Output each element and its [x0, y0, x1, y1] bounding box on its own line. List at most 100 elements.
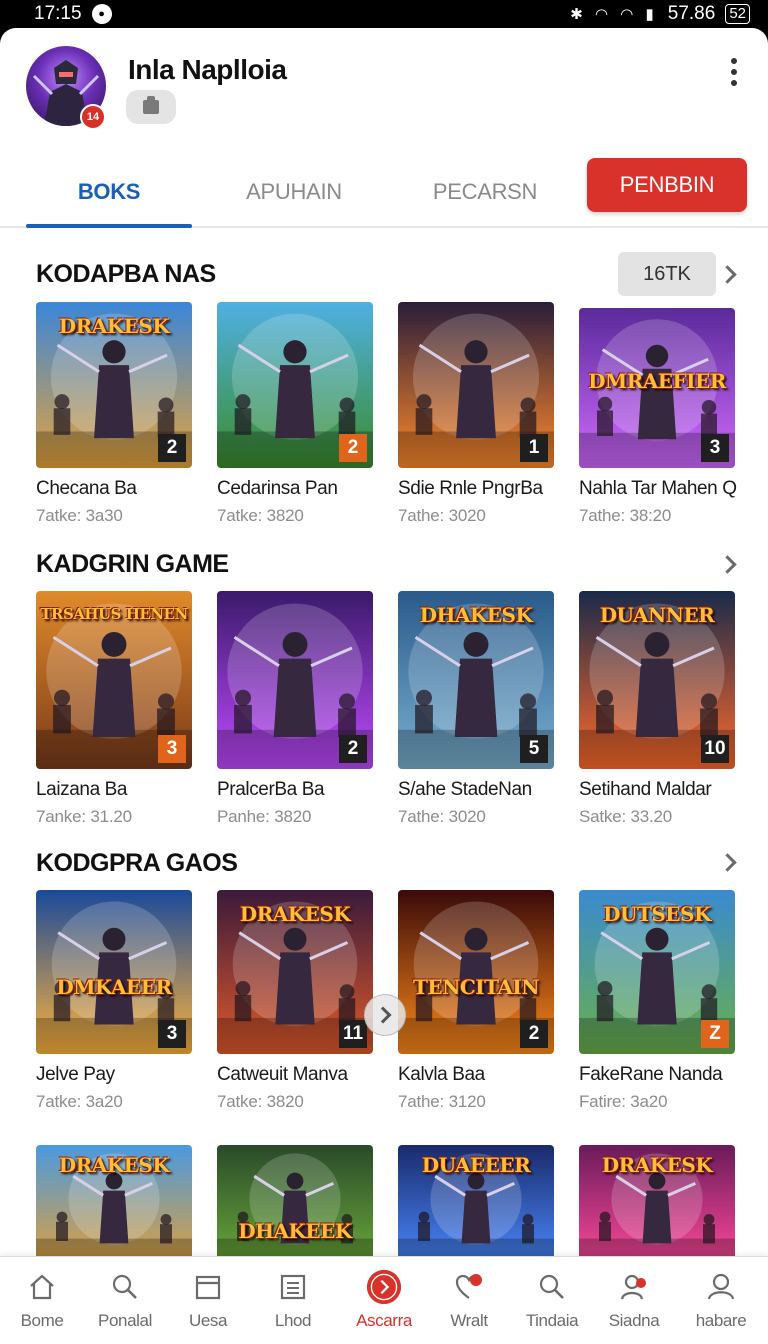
play-icon — [366, 1269, 402, 1305]
briefcase-icon — [143, 96, 159, 114]
game-logo-text: TRSAHUS HENEN — [40, 605, 188, 623]
calendar-icon — [190, 1269, 226, 1305]
game-meta: 7athe: 3120 — [398, 1092, 486, 1111]
game-meta: 7atke: 3820 — [217, 506, 304, 525]
game-logo-text: DMRAEFIER — [588, 369, 726, 393]
game-title: Jelve Pay — [36, 1064, 115, 1085]
game-thumbnail[interactable]: TRSAHUS HENEN 3 — [36, 591, 192, 769]
game-thumbnail[interactable]: DHAKESK 5 — [398, 591, 554, 769]
game-meta: 7atke: 3820 — [217, 1092, 304, 1111]
game-thumbnail[interactable]: DHAKEEK — [217, 1145, 373, 1265]
game-card[interactable]: 2 Cedarinsa Pan 7atke: 3820 — [217, 302, 373, 526]
rank-badge: 5 — [520, 735, 548, 763]
game-thumbnail[interactable]: 1 — [398, 302, 554, 468]
game-thumbnail[interactable]: DRAKESK 2 — [36, 302, 192, 468]
list-icon — [275, 1269, 311, 1305]
user-icon — [703, 1269, 739, 1305]
nav-item-ponalal[interactable]: Ponalal — [83, 1257, 167, 1344]
game-card[interactable]: DMKAEER 3 Jelve Pay 7atke: 3a20 — [36, 890, 192, 1112]
nav-item-habare[interactable]: habare — [679, 1257, 763, 1344]
game-logo-text: DUANNER — [599, 603, 715, 627]
nav-label: Ascarra — [356, 1311, 412, 1330]
game-logo-text: DRAKESK — [58, 1153, 170, 1177]
game-thumbnail[interactable]: DMKAEER 3 — [36, 890, 192, 1054]
game-card[interactable]: DHAKESK 5 S/ahe StadeNan 7athe: 3020 — [398, 591, 554, 827]
chevron-right-icon[interactable] — [718, 263, 740, 285]
tab-penbbin-button[interactable]: PENBBIN — [587, 158, 747, 212]
nav-item-wralt[interactable]: Wralt — [427, 1257, 511, 1344]
game-thumbnail[interactable]: 2 — [217, 302, 373, 468]
status-bar: 17:15 ● ✱ ◠ ◠ ▮ 57.86 52 — [0, 0, 768, 28]
nav-item-bome[interactable]: Bome — [0, 1257, 84, 1344]
chevron-right-icon[interactable] — [718, 553, 740, 575]
game-card[interactable]: DHAKEEK — [217, 1145, 373, 1265]
heart-icon — [451, 1269, 487, 1305]
carousel-next-button[interactable] — [364, 994, 406, 1036]
game-thumbnail[interactable]: TENCITAIN 2 — [398, 890, 554, 1054]
game-card[interactable]: DRAKESK — [579, 1145, 735, 1265]
nav-item-uesa[interactable]: Uesa — [166, 1257, 250, 1344]
rank-badge: 11 — [339, 1020, 367, 1048]
game-title: Setihand Maldar — [579, 779, 712, 800]
rank-badge: 2 — [339, 434, 367, 462]
nav-label: Siadna — [608, 1311, 660, 1330]
user-badge-icon — [616, 1269, 652, 1305]
rank-badge: 10 — [701, 735, 729, 763]
game-thumbnail[interactable]: DUTSESK Z — [579, 890, 735, 1054]
count-pill[interactable]: 16TK — [618, 252, 716, 296]
rank-badge: 3 — [158, 1020, 186, 1048]
game-logo-text: DUAEEER — [421, 1153, 531, 1177]
game-title: Cedarinsa Pan — [217, 478, 338, 499]
game-title: Kalvla Baa — [398, 1064, 485, 1085]
game-card[interactable]: DRAKESK 2 Checana Ba 7atke: 3a30 — [36, 302, 192, 526]
profile-chip-button[interactable] — [126, 90, 176, 124]
game-title: PralcerBa Ba — [217, 779, 325, 800]
game-thumbnail[interactable]: DRAKESK 11 — [217, 890, 373, 1054]
game-card[interactable]: TRSAHUS HENEN 3 Laizana Ba 7anke: 31.20 — [36, 591, 192, 827]
tab-apuhain[interactable]: APUHAIN — [212, 158, 376, 226]
game-card[interactable]: DRAKESK 11 Catweuit Manva 7atke: 3820 — [217, 890, 373, 1112]
game-card[interactable]: DMRAEFIER 3 Nahla Tar Mahen Q 7athe: 38:20 — [579, 308, 737, 526]
game-card[interactable]: TENCITAIN 2 Kalvla Baa 7athe: 3120 — [398, 890, 554, 1112]
nav-item-tindaia[interactable]: Tindaia — [510, 1257, 594, 1344]
game-meta: 7athe: 3020 — [398, 807, 486, 826]
home-icon — [24, 1269, 60, 1305]
app-screen: 14 Inla Naplloia BOKS APUHAIN PECARSN PE… — [0, 28, 768, 1344]
game-thumbnail[interactable]: 2 — [217, 591, 373, 769]
game-card[interactable]: DUTSESK Z FakeRane Nanda Fatire: 3a20 — [579, 890, 735, 1112]
game-card[interactable]: DUANNER 10 Setihand Maldar Satke: 33.20 — [579, 591, 735, 827]
avatar-badge: 14 — [80, 104, 106, 130]
game-thumbnail[interactable]: DMRAEFIER 3 — [579, 308, 735, 468]
nav-label: Ponalal — [98, 1311, 152, 1330]
game-thumbnail[interactable]: DUANNER 10 — [579, 591, 735, 769]
nav-item-lhod[interactable]: Lhod — [251, 1257, 335, 1344]
profile-name: Inla Naplloia — [128, 54, 287, 85]
game-meta: 7athe: 3020 — [398, 506, 486, 525]
game-card[interactable]: DRAKESK — [36, 1145, 192, 1265]
game-logo-text: DRAKESK — [601, 1153, 713, 1177]
nav-label: habare — [695, 1311, 747, 1330]
tab-boks[interactable]: BOKS — [26, 158, 192, 228]
game-thumbnail[interactable]: DUAEEER — [398, 1145, 554, 1265]
game-card[interactable]: 2 PralcerBa Ba Panhe: 3820 — [217, 591, 373, 827]
battery-percent: 57.86 — [667, 3, 716, 24]
profile-header: 14 Inla Naplloia — [0, 28, 768, 158]
game-meta: Panhe: 3820 — [217, 807, 312, 826]
chevron-right-icon[interactable] — [718, 851, 740, 873]
game-card[interactable]: DUAEEER — [398, 1145, 554, 1265]
rank-badge: 3 — [158, 735, 186, 763]
rank-badge: 2 — [339, 735, 367, 763]
game-card[interactable]: 1 Sdie Rnle PngrBa 7athe: 3020 — [398, 302, 554, 526]
game-title: Laizana Ba — [36, 779, 128, 800]
more-options-button[interactable] — [720, 56, 748, 88]
nav-label: Uesa — [188, 1311, 228, 1330]
nav-label: Wralt — [450, 1311, 488, 1330]
game-title: Nahla Tar Mahen Q — [579, 478, 737, 499]
nav-item-ascarra[interactable]: Ascarra — [342, 1257, 426, 1344]
game-thumbnail[interactable]: DRAKESK — [36, 1145, 192, 1265]
tab-pecarsn[interactable]: PECARSN — [400, 158, 570, 226]
game-title: FakeRane Nanda — [579, 1064, 723, 1085]
game-thumbnail[interactable]: DRAKESK — [579, 1145, 735, 1265]
rank-badge: 2 — [158, 434, 186, 462]
nav-item-siadna[interactable]: Siadna — [592, 1257, 676, 1344]
